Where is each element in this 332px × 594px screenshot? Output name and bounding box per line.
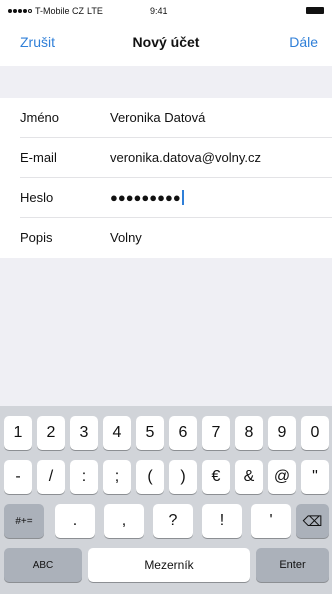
space-key[interactable]: Mezerník — [88, 548, 250, 582]
key-7[interactable]: 7 — [202, 416, 230, 450]
key-quote[interactable]: " — [301, 460, 329, 494]
description-field[interactable]: Volny — [110, 230, 142, 245]
email-field[interactable]: veronika.datova@volny.cz — [110, 150, 261, 165]
keyboard: 1 2 3 4 5 6 7 8 9 0 - / : ; ( ) € & @ " … — [0, 406, 332, 594]
key-ampersand[interactable]: & — [235, 460, 263, 494]
next-button[interactable]: Dále — [289, 34, 318, 50]
backspace-key[interactable]: ⌫ — [296, 504, 329, 538]
nav-bar: Zrušit Nový účet Dále — [0, 22, 332, 66]
key-slash[interactable]: / — [37, 460, 65, 494]
name-row[interactable]: Jméno Veronika Datová — [0, 98, 332, 138]
screen: T-Mobile CZ LTE 9:41 Zrušit Nový účet Dá… — [0, 0, 332, 594]
key-8[interactable]: 8 — [235, 416, 263, 450]
key-euro[interactable]: € — [202, 460, 230, 494]
empty-area — [0, 258, 332, 406]
name-field[interactable]: Veronika Datová — [110, 110, 205, 125]
key-5[interactable]: 5 — [136, 416, 164, 450]
password-row[interactable]: Heslo ●●●●●●●●● — [0, 178, 332, 218]
key-4[interactable]: 4 — [103, 416, 131, 450]
key-at[interactable]: @ — [268, 460, 296, 494]
status-bar: T-Mobile CZ LTE 9:41 — [0, 0, 332, 22]
key-9[interactable]: 9 — [268, 416, 296, 450]
email-row[interactable]: E-mail veronika.datova@volny.cz — [0, 138, 332, 178]
key-hyphen[interactable]: - — [4, 460, 32, 494]
abc-key[interactable]: ABC — [4, 548, 82, 582]
key-1[interactable]: 1 — [4, 416, 32, 450]
key-close-paren[interactable]: ) — [169, 460, 197, 494]
key-0[interactable]: 0 — [301, 416, 329, 450]
network-type: LTE — [87, 6, 103, 16]
battery-icon — [306, 7, 324, 14]
description-row[interactable]: Popis Volny — [0, 218, 332, 258]
key-colon[interactable]: : — [70, 460, 98, 494]
password-dots: ●●●●●●●●● — [110, 190, 181, 205]
key-exclamation[interactable]: ! — [202, 504, 242, 538]
status-time: 9:41 — [150, 6, 168, 16]
password-field[interactable]: ●●●●●●●●● — [110, 190, 184, 205]
enter-key[interactable]: Enter — [256, 548, 329, 582]
description-label: Popis — [20, 230, 53, 245]
account-form: Jméno Veronika Datová E-mail veronika.da… — [0, 98, 332, 258]
section-spacer — [0, 66, 332, 98]
key-question[interactable]: ? — [153, 504, 193, 538]
key-6[interactable]: 6 — [169, 416, 197, 450]
email-label: E-mail — [20, 150, 57, 165]
key-period[interactable]: . — [55, 504, 95, 538]
key-comma[interactable]: , — [104, 504, 144, 538]
symbols-toggle-key[interactable]: #+= — [4, 504, 44, 538]
carrier-name: T-Mobile CZ — [35, 6, 85, 16]
name-label: Jméno — [20, 110, 60, 125]
backspace-icon: ⌫ — [302, 512, 323, 529]
password-label: Heslo — [20, 190, 54, 205]
signal-icon — [8, 9, 32, 13]
key-apostrophe[interactable]: ' — [251, 504, 291, 538]
page-title: Nový účet — [132, 34, 200, 50]
status-left: T-Mobile CZ LTE — [8, 6, 103, 16]
key-semicolon[interactable]: ; — [103, 460, 131, 494]
key-open-paren[interactable]: ( — [136, 460, 164, 494]
key-2[interactable]: 2 — [37, 416, 65, 450]
text-cursor — [181, 190, 184, 205]
key-3[interactable]: 3 — [70, 416, 98, 450]
